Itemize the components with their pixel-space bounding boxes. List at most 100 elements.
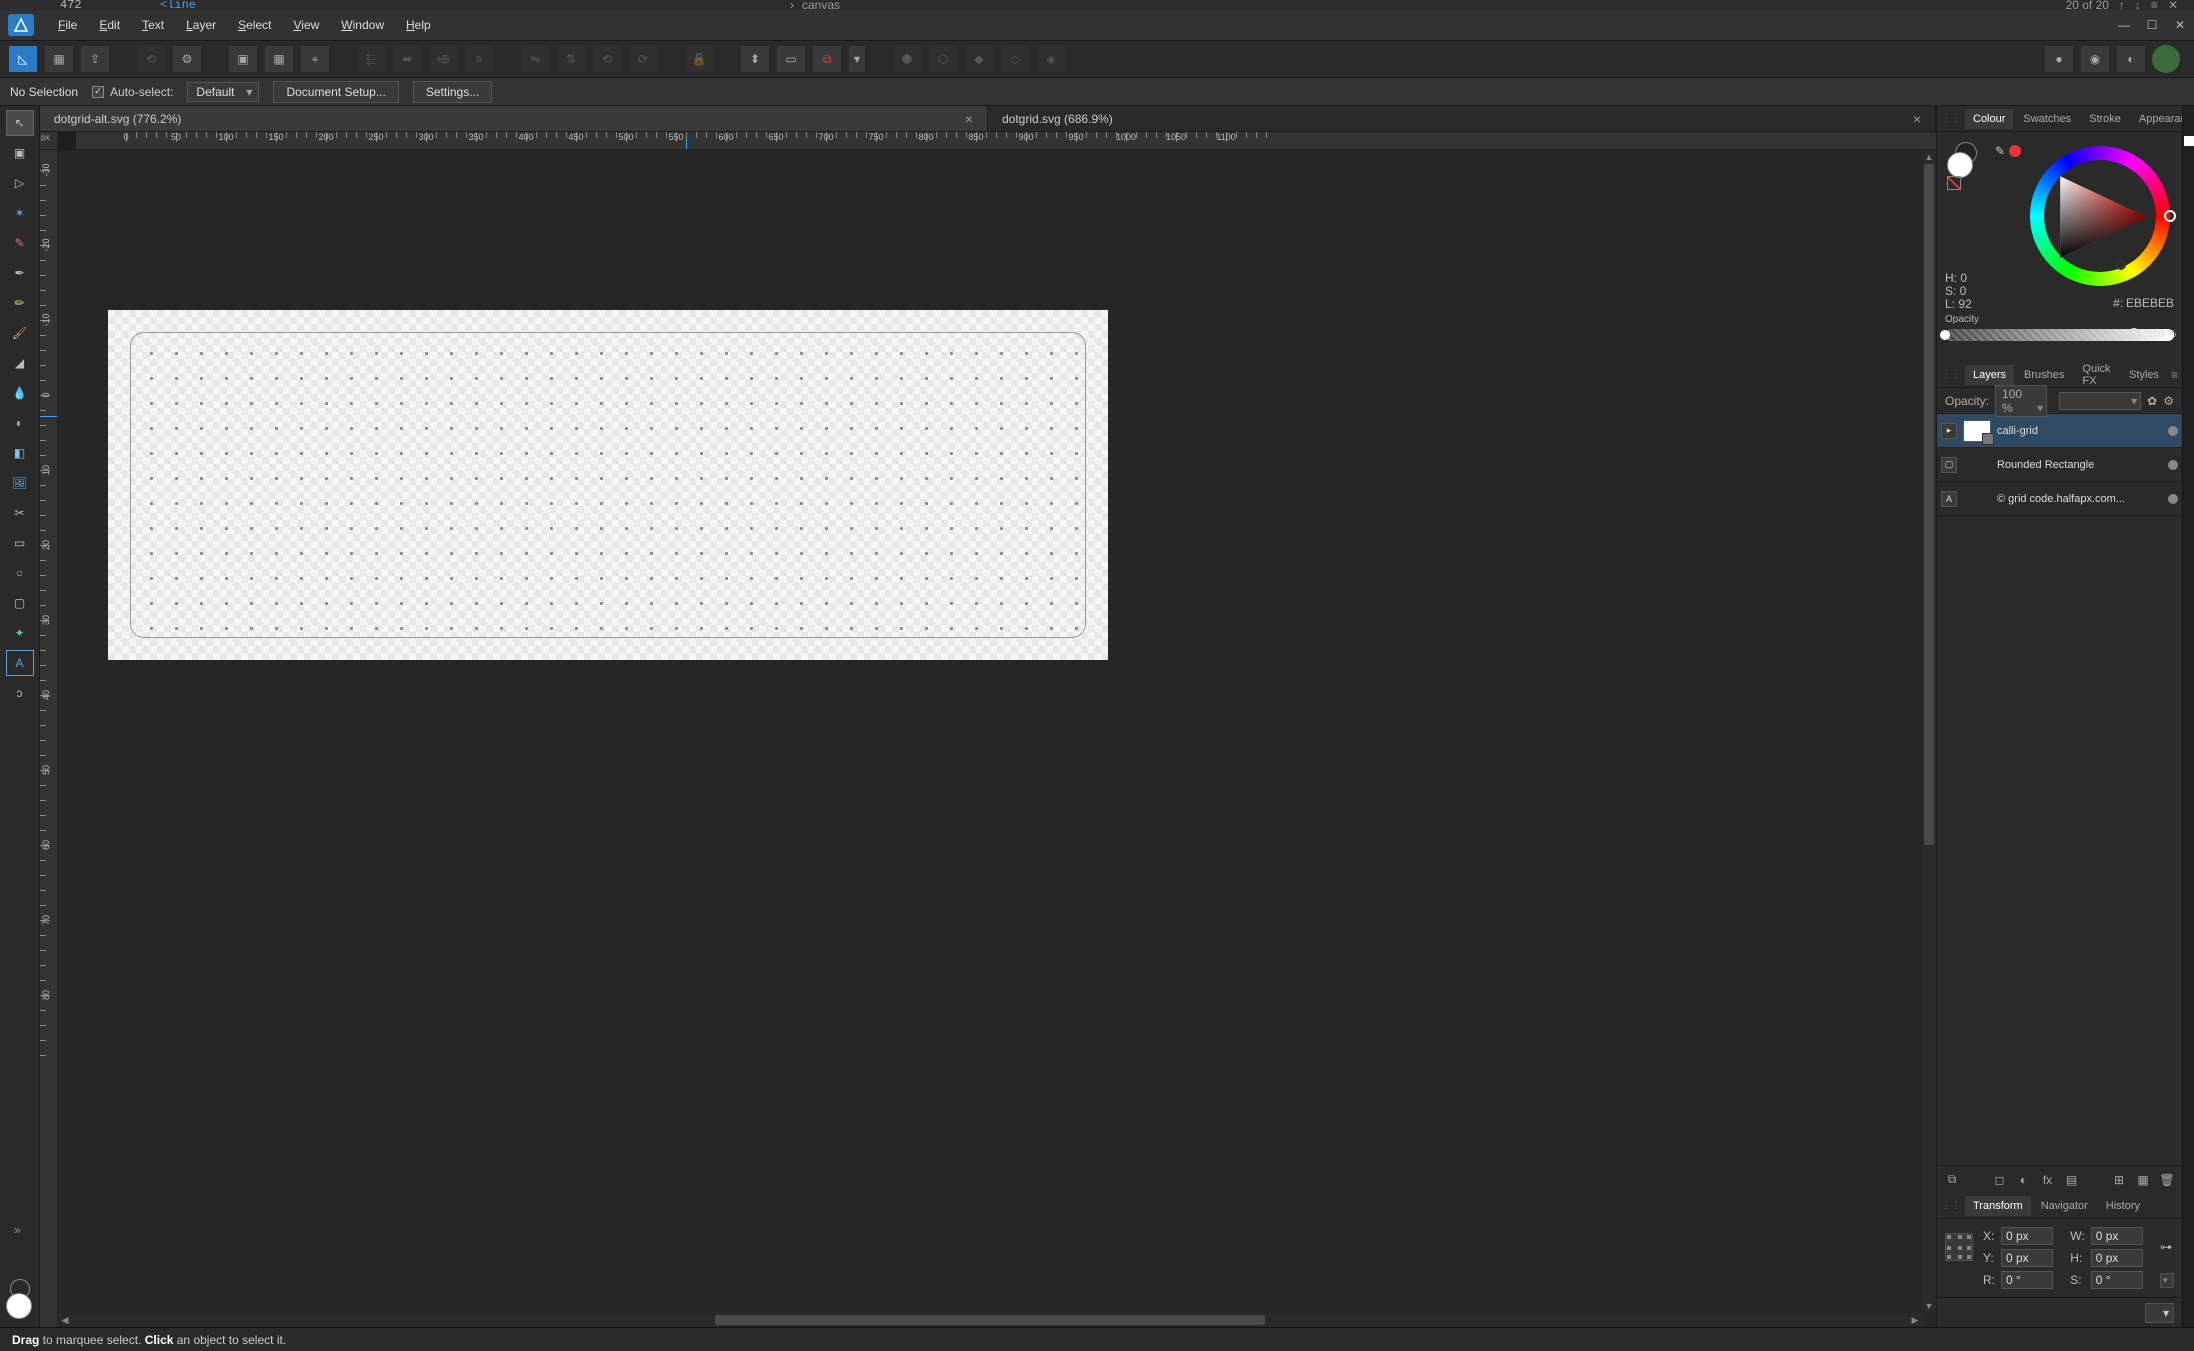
hue-ring-handle-icon[interactable] — [2164, 210, 2176, 222]
boolean-add-icon[interactable]: ⬢ — [892, 45, 922, 73]
blend-mode-dropdown[interactable] — [2059, 392, 2141, 410]
vertical-scrollbar[interactable]: ▲ ▼ — [1922, 150, 1936, 1313]
rectangle-tool-icon[interactable]: ▭ — [6, 530, 34, 556]
tab-transform[interactable]: Transform — [1965, 1196, 2031, 1216]
align-left-icon[interactable]: ⬱ — [356, 45, 386, 73]
scroll-left-icon[interactable]: ◀ — [58, 1313, 72, 1327]
layer-name[interactable]: Rounded Rectangle — [1997, 459, 2162, 471]
colour-swatches[interactable] — [4, 1279, 36, 1319]
menu-text[interactable]: Text — [132, 12, 174, 38]
close-tab-icon[interactable]: × — [965, 111, 973, 127]
doc-tab-1[interactable]: dotgrid.svg (686.9%) × — [988, 106, 1936, 131]
colour-triangle[interactable] — [2050, 166, 2152, 268]
shape-combine-icon[interactable]: ◐ — [2116, 45, 2146, 73]
rotate-cw-icon[interactable]: ⟳ — [628, 45, 658, 73]
place-image-tool-icon[interactable]: 🖼 — [6, 470, 34, 496]
units-dropdown[interactable]: ▾ — [2145, 1303, 2174, 1323]
artboard[interactable] — [108, 310, 1108, 660]
snap-bounds-icon[interactable]: ▣ — [228, 45, 258, 73]
arrange-icon[interactable]: ⬍ — [740, 45, 770, 73]
contour-tool-icon[interactable]: ✶ — [6, 200, 34, 226]
horizontal-ruler[interactable]: 0501001502002503003504004505005506006507… — [76, 132, 1936, 150]
layer-add-icon[interactable]: ⊞ — [2110, 1171, 2128, 1189]
eyedropper-tool-icon[interactable]: 💧 — [6, 380, 34, 406]
rounded-rect-tool-icon[interactable]: ▢ — [6, 590, 34, 616]
text-tool-icon[interactable]: A — [6, 650, 34, 676]
snap-grid-icon[interactable]: ▦ — [264, 45, 294, 73]
dot-grid-shape[interactable] — [130, 332, 1086, 638]
hex-value[interactable]: EBEBEB — [2126, 296, 2174, 310]
brush-tool-icon[interactable]: 🖌 — [6, 320, 34, 346]
app-logo-icon[interactable] — [8, 14, 34, 36]
tab-swatches[interactable]: Swatches — [2015, 109, 2079, 129]
lock-icon[interactable]: 🔒 — [684, 45, 714, 73]
layer-settings-icon[interactable]: ⚙ — [2163, 394, 2174, 408]
horizontal-scrollbar[interactable]: ◀ ▶ — [58, 1313, 1922, 1327]
scroll-right-icon[interactable]: ▶ — [1908, 1313, 1922, 1327]
layer-merge-icon[interactable]: ⧉ — [1943, 1171, 1961, 1189]
close-tab-icon[interactable]: × — [1913, 111, 1921, 127]
shape-circle-icon[interactable]: ● — [2044, 45, 2074, 73]
s-field[interactable]: 0 ° — [2091, 1271, 2143, 1289]
pencil-tool-icon[interactable]: ✏ — [6, 290, 34, 316]
shape-tool-icon[interactable]: ✦ — [6, 620, 34, 646]
flip-h-icon[interactable]: ⇋ — [520, 45, 550, 73]
menu-edit[interactable]: Edit — [89, 12, 130, 38]
menu-window[interactable]: Window — [331, 12, 394, 38]
tab-history[interactable]: History — [2098, 1196, 2148, 1216]
tab-brushes[interactable]: Brushes — [2016, 365, 2072, 385]
fill-tool-icon[interactable]: ◢ — [6, 350, 34, 376]
align-justify-icon[interactable]: ≡ — [464, 45, 494, 73]
v-guide-marker[interactable] — [40, 416, 57, 417]
settings-button[interactable]: Settings... — [413, 81, 492, 103]
layer-adjust-icon[interactable]: ◐ — [2015, 1171, 2033, 1189]
persona-export-icon[interactable]: ⇪ — [80, 45, 110, 73]
account-avatar-icon[interactable] — [2152, 45, 2180, 73]
layer-row-0[interactable]: ▸ calli-grid — [1937, 414, 2182, 448]
sampled-colour-icon[interactable] — [2009, 145, 2021, 157]
align-center-icon[interactable]: ⬌ — [392, 45, 422, 73]
layer-row-2[interactable]: A © grid code.halfapx.com... — [1937, 482, 2182, 516]
snapping-dropdown-icon[interactable]: ▾ — [848, 45, 866, 73]
layer-delete-icon[interactable]: 🗑 — [2158, 1171, 2176, 1189]
opacity-slider[interactable]: 100 % — [1945, 329, 2174, 341]
r-field[interactable]: 0 ° — [2001, 1271, 2053, 1289]
document-setup-button[interactable]: Document Setup... — [273, 81, 398, 103]
menu-help[interactable]: Help — [396, 12, 441, 38]
flip-v-icon[interactable]: ⇅ — [556, 45, 586, 73]
pen-tool-icon[interactable]: ✒ — [6, 260, 34, 286]
layer-name[interactable]: © grid code.halfapx.com... — [1997, 493, 2162, 505]
move-tool-icon[interactable]: ↖ — [6, 110, 34, 136]
gradient-tool-icon[interactable]: ◧ — [6, 440, 34, 466]
menu-view[interactable]: View — [283, 12, 329, 38]
canvas-viewport[interactable]: ▲ ▼ ◀ ▶ — [58, 150, 1936, 1327]
no-colour-icon[interactable] — [1947, 176, 1961, 190]
insert-icon[interactable]: ▭ — [776, 45, 806, 73]
y-field[interactable]: 0 px — [2001, 1249, 2053, 1267]
autoselect-dropdown[interactable]: Default — [187, 82, 259, 102]
boolean-intersect-icon[interactable]: ◆ — [964, 45, 994, 73]
snapping-toggle-icon[interactable]: ⧉ — [812, 45, 842, 73]
w-field[interactable]: 0 px — [2091, 1227, 2143, 1245]
tab-styles[interactable]: Styles — [2121, 365, 2167, 385]
persona-designer-icon[interactable]: ◺ — [8, 45, 38, 73]
layer-visibility-icon[interactable] — [2168, 494, 2178, 504]
eyedropper-icon[interactable]: ✎ — [1995, 144, 2005, 158]
autoselect-checkbox[interactable]: ✓ — [92, 86, 104, 98]
menu-file[interactable]: File — [48, 12, 87, 38]
rotate-ccw-icon[interactable]: ⟲ — [592, 45, 622, 73]
anchor-point-selector[interactable] — [1945, 1233, 1973, 1261]
persona-pixel-icon[interactable]: ▦ — [44, 45, 74, 73]
boolean-subtract-icon[interactable]: ⬡ — [928, 45, 958, 73]
preferences-icon[interactable]: ⚙ — [172, 45, 202, 73]
snap-guides-icon[interactable]: ⌖ — [300, 45, 330, 73]
layer-opacity-dropdown[interactable]: 100 % — [1995, 385, 2047, 417]
panel-handle-icon[interactable]: ⋮⋮ — [1941, 369, 1961, 380]
panel-handle-icon[interactable]: ⋮⋮ — [1941, 113, 1961, 124]
transparency-tool-icon[interactable]: ◐ — [6, 410, 34, 436]
layer-mask-icon[interactable]: ◻ — [1991, 1171, 2009, 1189]
opacity-value[interactable]: 100 % — [2148, 329, 2176, 340]
tab-navigator[interactable]: Navigator — [2033, 1196, 2096, 1216]
tab-layers[interactable]: Layers — [1965, 365, 2014, 385]
layer-visibility-icon[interactable] — [2168, 460, 2178, 470]
